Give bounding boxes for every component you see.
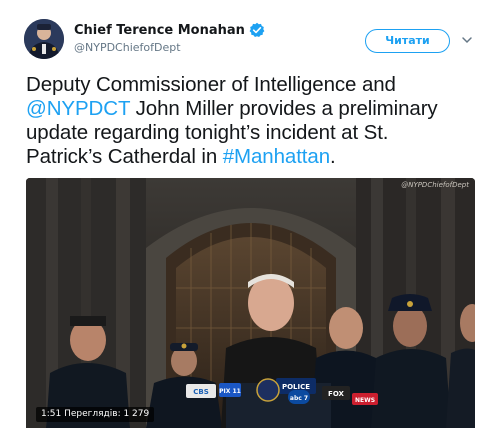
hashtag-link[interactable]: #Manhattan <box>223 145 330 168</box>
tweet-text: Deputy Commissioner of Intelligence and … <box>26 73 466 169</box>
verified-badge-icon <box>249 22 265 37</box>
video-watermark: @NYPDChiefofDept <box>401 181 469 189</box>
account-name-row[interactable]: Chief Terence Monahan <box>74 21 265 39</box>
mic-label-pix: PIX 11 <box>219 388 241 395</box>
video-frame: POLICE CBS PIX 11 FOX abc 7 NEWS <box>26 178 475 428</box>
avatar[interactable] <box>24 19 64 59</box>
account-handle[interactable]: @NYPDChiefofDept <box>74 41 181 54</box>
follow-button[interactable]: Читати <box>365 29 450 53</box>
video-stats-badge: 1:51 Переглядів: 1 279 <box>36 407 155 422</box>
mic-label-news: NEWS <box>355 397 375 404</box>
profile-avatar-icon <box>24 19 64 59</box>
video-views: Переглядів: 1 279 <box>64 409 150 419</box>
tweet-text-part3: . <box>330 145 336 168</box>
video-player[interactable]: POLICE CBS PIX 11 FOX abc 7 NEWS @NYPDCh… <box>26 178 475 428</box>
display-name[interactable]: Chief Terence Monahan <box>74 23 245 38</box>
podium-sign: POLICE <box>282 383 310 391</box>
mention-link[interactable]: @NYPDCT <box>26 97 130 120</box>
chevron-down-icon[interactable] <box>461 35 473 45</box>
mic-label-abc: abc 7 <box>290 395 308 402</box>
mic-label-cbs: CBS <box>193 388 209 396</box>
tweet-text-part1: Deputy Commissioner of Intelligence and <box>26 73 396 96</box>
mic-label-fox: FOX <box>328 390 344 398</box>
video-duration: 1:51 <box>41 409 62 419</box>
